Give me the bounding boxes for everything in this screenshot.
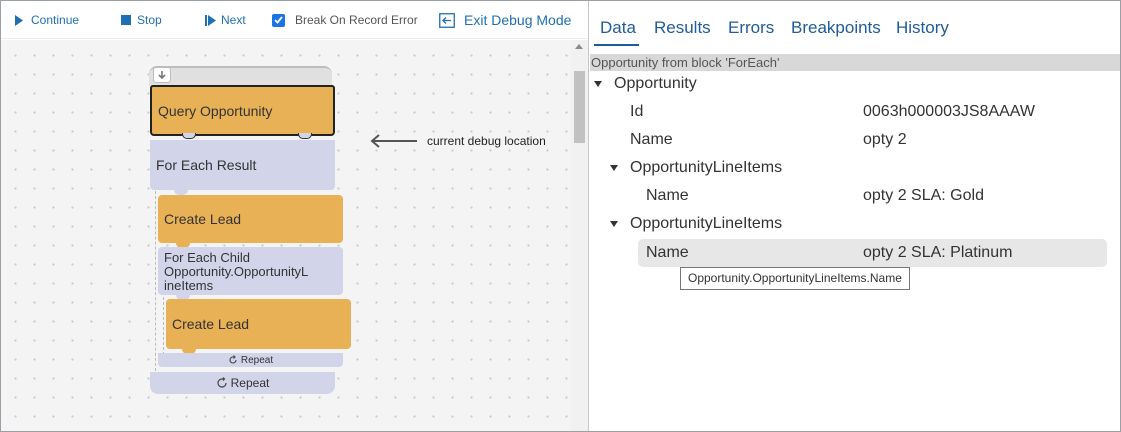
- next-label: Next: [221, 13, 246, 27]
- inner-loop-guide-line: [163, 297, 164, 355]
- field-path-tooltip: Opportunity.OpportunityLineItems.Name: [680, 267, 910, 290]
- exit-debug-button[interactable]: Exit Debug Mode: [439, 1, 571, 39]
- flow-pane: Continue Stop Next Break On Record Error…: [1, 1, 589, 431]
- break-on-error-checkbox[interactable]: [272, 13, 285, 27]
- repeat-icon: [229, 355, 237, 364]
- flow-start-hat: [149, 66, 332, 86]
- canvas-scrollbar[interactable]: [571, 40, 588, 431]
- tree-node-line-items[interactable]: OpportunityLineItems: [630, 215, 782, 233]
- create-lead-block[interactable]: Create Lead: [158, 195, 343, 248]
- tree-node-opportunity[interactable]: Opportunity: [614, 75, 697, 93]
- checkmark-icon: [274, 16, 283, 24]
- break-on-error-toggle[interactable]: Break On Record Error: [272, 1, 418, 39]
- query-opportunity-block[interactable]: Query Opportunity: [150, 85, 335, 139]
- exit-debug-label: Exit Debug Mode: [464, 12, 572, 28]
- repeat-label: Repeat: [230, 376, 270, 390]
- context-header: Opportunity from block 'ForEach': [590, 54, 1120, 71]
- active-tab-indicator: [594, 44, 639, 46]
- debug-toolbar: Continue Stop Next Break On Record Error…: [1, 1, 588, 39]
- debugger-window: Continue Stop Next Break On Record Error…: [0, 0, 1121, 432]
- collapse-triangle-icon[interactable]: [594, 81, 602, 87]
- block-label: For Each Child Opportunity.OpportunityL …: [164, 251, 308, 293]
- collapse-triangle-icon[interactable]: [610, 165, 618, 171]
- continue-label: Continue: [31, 13, 80, 27]
- tab-history[interactable]: History: [896, 18, 949, 38]
- block-label: For Each Result: [156, 157, 257, 173]
- stop-label: Stop: [137, 13, 162, 27]
- debug-location-arrow-icon: [370, 134, 417, 148]
- tab-results[interactable]: Results: [654, 18, 711, 38]
- scrollbar-thumb[interactable]: [574, 71, 585, 143]
- create-lead-block[interactable]: Create Lead: [166, 299, 351, 354]
- repeat-inner-block[interactable]: Repeat: [158, 353, 343, 367]
- block-label-line: ineItems: [164, 278, 214, 293]
- repeat-outer-block[interactable]: Repeat: [150, 372, 335, 394]
- field-value-name: opty 2: [863, 131, 907, 148]
- block-label: Create Lead: [172, 316, 250, 332]
- for-each-result-block[interactable]: For Each Result: [150, 140, 335, 195]
- block-label-line: For Each Child: [164, 250, 250, 265]
- field-value-name: opty 2 SLA: Platinum: [863, 244, 1013, 261]
- block-label: Create Lead: [164, 211, 242, 227]
- play-icon: [15, 14, 23, 26]
- break-on-error-label: Break On Record Error: [295, 13, 418, 27]
- scroll-up-arrow-icon[interactable]: [575, 44, 583, 49]
- block-label: Query Opportunity: [158, 102, 273, 119]
- block-label-line: Opportunity.OpportunityL: [164, 264, 309, 279]
- tree-node-line-items[interactable]: OpportunityLineItems: [630, 159, 782, 177]
- collapse-triangle-icon[interactable]: [610, 221, 618, 227]
- exit-icon: [439, 12, 455, 28]
- debug-inspector-pane: Data Results Errors Breakpoints History …: [590, 1, 1120, 431]
- for-each-child-block[interactable]: For Each Child Opportunity.OpportunityL …: [158, 247, 343, 300]
- stop-icon: [121, 15, 131, 25]
- field-key-name: Name: [630, 131, 673, 148]
- field-value-name: opty 2 SLA: Gold: [863, 187, 984, 204]
- repeat-label: Repeat: [240, 354, 274, 366]
- debug-location-label: current debug location: [427, 134, 546, 148]
- inspector-tabs: Data Results Errors Breakpoints History: [590, 1, 1120, 51]
- tab-data[interactable]: Data: [600, 18, 636, 38]
- download-arrow-icon: [153, 67, 171, 83]
- field-key-id: Id: [630, 103, 644, 120]
- next-button[interactable]: Next: [204, 1, 246, 39]
- tab-breakpoints[interactable]: Breakpoints: [791, 18, 881, 38]
- field-key-name: Name: [646, 244, 689, 261]
- field-key-name: Name: [646, 187, 689, 204]
- loop-guide-line: [155, 191, 156, 371]
- repeat-icon: [217, 377, 227, 388]
- tab-errors[interactable]: Errors: [728, 18, 774, 38]
- stop-button[interactable]: Stop: [120, 1, 162, 39]
- field-value-id: 0063h000003JS8AAAW: [863, 103, 1035, 120]
- step-next-icon: [205, 14, 216, 26]
- continue-button[interactable]: Continue: [13, 1, 79, 39]
